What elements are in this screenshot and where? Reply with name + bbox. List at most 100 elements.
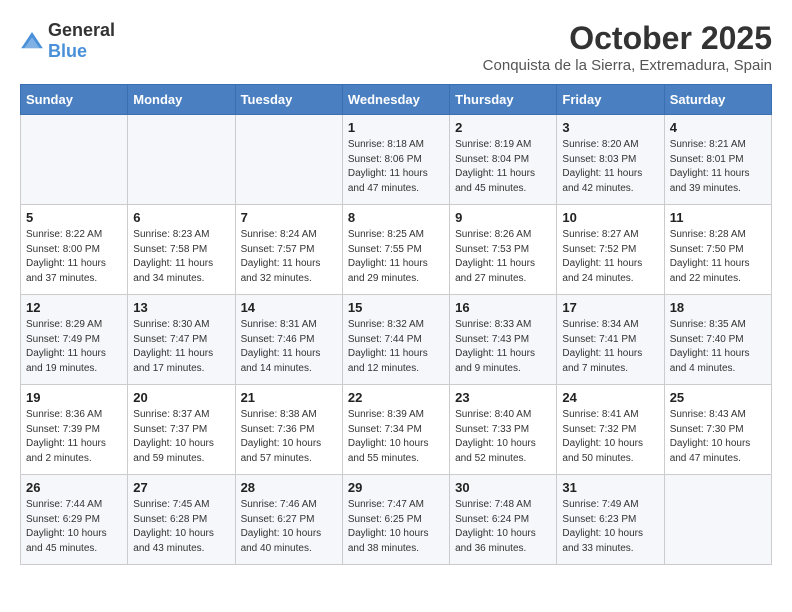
day-number: 28 xyxy=(241,480,337,495)
day-number: 30 xyxy=(455,480,551,495)
calendar-day-cell: 13Sunrise: 8:30 AM Sunset: 7:47 PM Dayli… xyxy=(128,295,235,385)
calendar-day-cell: 17Sunrise: 8:34 AM Sunset: 7:41 PM Dayli… xyxy=(557,295,664,385)
calendar-day-cell: 23 Sunrise: 8:40 AM Sunset: 7:33 PM Dayli… xyxy=(450,385,557,475)
day-info: Sunrise: 8:23 AM Sunset: 7:58 PM Dayligh… xyxy=(133,228,229,286)
logo-blue: Blue xyxy=(48,41,87,61)
logo-general: General xyxy=(48,20,115,40)
day-info: Sunrise: 8:41 AM Sunset: 7:32 PM Dayligh… xyxy=(562,408,658,466)
day-info: Sunrise: 8:34 AM Sunset: 7:41 PM Dayligh… xyxy=(562,318,658,376)
day-info: Sunrise: 8:35 AM Sunset: 7:40 PM Dayligh… xyxy=(670,318,766,376)
calendar-day-cell xyxy=(664,475,771,565)
day-number: 19 xyxy=(26,390,122,405)
day-info: Sunrise: 8:43 AM Sunset: 7:30 PM Dayligh… xyxy=(670,408,766,466)
day-number: 27 xyxy=(133,480,229,495)
day-number: 21 xyxy=(241,390,337,405)
day-number: 3 xyxy=(562,120,658,135)
calendar-day-cell: 31 Sunrise: 7:49 AM Sunset: 6:23 PM Dayli… xyxy=(557,475,664,565)
calendar-header-row: SundayMondayTuesdayWednesdayThursdayFrid… xyxy=(21,85,772,115)
day-number: 16 xyxy=(455,300,551,315)
calendar-day-header: Wednesday xyxy=(342,85,449,115)
day-info: Sunrise: 8:20 AM Sunset: 8:03 PM Dayligh… xyxy=(562,138,658,196)
day-number: 15 xyxy=(348,300,444,315)
calendar-day-header: Saturday xyxy=(664,85,771,115)
day-info: Sunrise: 8:18 AM Sunset: 8:06 PM Dayligh… xyxy=(348,138,444,196)
calendar-day-cell: 27 Sunrise: 7:45 AM Sunset: 6:28 PM Dayli… xyxy=(128,475,235,565)
day-info: Sunrise: 7:44 AM Sunset: 6:29 PM Dayligh… xyxy=(26,498,122,556)
calendar-day-cell: 18 Sunrise: 8:35 AM Sunset: 7:40 PM Dayli… xyxy=(664,295,771,385)
day-number: 18 xyxy=(670,300,766,315)
day-info: Sunrise: 8:28 AM Sunset: 7:50 PM Dayligh… xyxy=(670,228,766,286)
day-info: Sunrise: 8:39 AM Sunset: 7:34 PM Dayligh… xyxy=(348,408,444,466)
calendar-day-cell xyxy=(235,115,342,205)
calendar-day-cell: 10Sunrise: 8:27 AM Sunset: 7:52 PM Dayli… xyxy=(557,205,664,295)
calendar-day-cell: 22 Sunrise: 8:39 AM Sunset: 7:34 PM Dayli… xyxy=(342,385,449,475)
calendar-day-cell: 30 Sunrise: 7:48 AM Sunset: 6:24 PM Dayli… xyxy=(450,475,557,565)
day-number: 8 xyxy=(348,210,444,225)
day-number: 20 xyxy=(133,390,229,405)
calendar-day-cell: 12Sunrise: 8:29 AM Sunset: 7:49 PM Dayli… xyxy=(21,295,128,385)
day-info: Sunrise: 8:32 AM Sunset: 7:44 PM Dayligh… xyxy=(348,318,444,376)
day-number: 26 xyxy=(26,480,122,495)
calendar-day-cell: 11 Sunrise: 8:28 AM Sunset: 7:50 PM Dayli… xyxy=(664,205,771,295)
calendar-day-cell: 16 Sunrise: 8:33 AM Sunset: 7:43 PM Dayli… xyxy=(450,295,557,385)
calendar-day-cell: 7 Sunrise: 8:24 AM Sunset: 7:57 PM Daylig… xyxy=(235,205,342,295)
day-number: 25 xyxy=(670,390,766,405)
calendar-day-cell: 19Sunrise: 8:36 AM Sunset: 7:39 PM Dayli… xyxy=(21,385,128,475)
day-info: Sunrise: 8:31 AM Sunset: 7:46 PM Dayligh… xyxy=(241,318,337,376)
day-info: Sunrise: 8:38 AM Sunset: 7:36 PM Dayligh… xyxy=(241,408,337,466)
calendar-day-cell: 6 Sunrise: 8:23 AM Sunset: 7:58 PM Daylig… xyxy=(128,205,235,295)
day-info: Sunrise: 7:46 AM Sunset: 6:27 PM Dayligh… xyxy=(241,498,337,556)
calendar-day-header: Friday xyxy=(557,85,664,115)
day-number: 6 xyxy=(133,210,229,225)
day-number: 5 xyxy=(26,210,122,225)
day-info: Sunrise: 7:45 AM Sunset: 6:28 PM Dayligh… xyxy=(133,498,229,556)
calendar-week-row: 12Sunrise: 8:29 AM Sunset: 7:49 PM Dayli… xyxy=(21,295,772,385)
day-number: 12 xyxy=(26,300,122,315)
day-number: 7 xyxy=(241,210,337,225)
calendar-day-cell: 29 Sunrise: 7:47 AM Sunset: 6:25 PM Dayli… xyxy=(342,475,449,565)
day-number: 14 xyxy=(241,300,337,315)
calendar-day-cell: 24 Sunrise: 8:41 AM Sunset: 7:32 PM Dayli… xyxy=(557,385,664,475)
day-number: 9 xyxy=(455,210,551,225)
calendar-day-cell: 8 Sunrise: 8:25 AM Sunset: 7:55 PM Daylig… xyxy=(342,205,449,295)
day-info: Sunrise: 8:33 AM Sunset: 7:43 PM Dayligh… xyxy=(455,318,551,376)
calendar-day-header: Monday xyxy=(128,85,235,115)
day-info: Sunrise: 7:48 AM Sunset: 6:24 PM Dayligh… xyxy=(455,498,551,556)
calendar-week-row: 1Sunrise: 8:18 AM Sunset: 8:06 PM Daylig… xyxy=(21,115,772,205)
calendar-body: 1Sunrise: 8:18 AM Sunset: 8:06 PM Daylig… xyxy=(21,115,772,565)
day-info: Sunrise: 8:21 AM Sunset: 8:01 PM Dayligh… xyxy=(670,138,766,196)
calendar-day-header: Thursday xyxy=(450,85,557,115)
day-number: 4 xyxy=(670,120,766,135)
location-subtitle: Conquista de la Sierra, Extremadura, Spa… xyxy=(483,57,772,74)
day-number: 23 xyxy=(455,390,551,405)
calendar-day-cell: 1Sunrise: 8:18 AM Sunset: 8:06 PM Daylig… xyxy=(342,115,449,205)
calendar-week-row: 5Sunrise: 8:22 AM Sunset: 8:00 PM Daylig… xyxy=(21,205,772,295)
calendar-week-row: 19Sunrise: 8:36 AM Sunset: 7:39 PM Dayli… xyxy=(21,385,772,475)
calendar-table: SundayMondayTuesdayWednesdayThursdayFrid… xyxy=(20,84,772,565)
calendar-day-cell: 3 Sunrise: 8:20 AM Sunset: 8:03 PM Daylig… xyxy=(557,115,664,205)
day-info: Sunrise: 8:40 AM Sunset: 7:33 PM Dayligh… xyxy=(455,408,551,466)
calendar-week-row: 26 Sunrise: 7:44 AM Sunset: 6:29 PM Dayli… xyxy=(21,475,772,565)
logo: General Blue xyxy=(20,20,115,62)
calendar-day-cell: 20 Sunrise: 8:37 AM Sunset: 7:37 PM Dayli… xyxy=(128,385,235,475)
day-number: 24 xyxy=(562,390,658,405)
calendar-day-cell xyxy=(128,115,235,205)
day-number: 13 xyxy=(133,300,229,315)
calendar-day-cell: 28 Sunrise: 7:46 AM Sunset: 6:27 PM Dayli… xyxy=(235,475,342,565)
calendar-day-cell: 4 Sunrise: 8:21 AM Sunset: 8:01 PM Daylig… xyxy=(664,115,771,205)
calendar-day-header: Sunday xyxy=(21,85,128,115)
day-info: Sunrise: 7:49 AM Sunset: 6:23 PM Dayligh… xyxy=(562,498,658,556)
day-info: Sunrise: 8:19 AM Sunset: 8:04 PM Dayligh… xyxy=(455,138,551,196)
day-info: Sunrise: 8:25 AM Sunset: 7:55 PM Dayligh… xyxy=(348,228,444,286)
day-number: 31 xyxy=(562,480,658,495)
header: General Blue October 2025 Conquista de l… xyxy=(20,20,772,74)
day-number: 11 xyxy=(670,210,766,225)
calendar-day-cell: 9 Sunrise: 8:26 AM Sunset: 7:53 PM Daylig… xyxy=(450,205,557,295)
calendar-day-cell: 5Sunrise: 8:22 AM Sunset: 8:00 PM Daylig… xyxy=(21,205,128,295)
day-info: Sunrise: 8:26 AM Sunset: 7:53 PM Dayligh… xyxy=(455,228,551,286)
day-info: Sunrise: 8:24 AM Sunset: 7:57 PM Dayligh… xyxy=(241,228,337,286)
day-number: 22 xyxy=(348,390,444,405)
day-info: Sunrise: 8:37 AM Sunset: 7:37 PM Dayligh… xyxy=(133,408,229,466)
day-number: 29 xyxy=(348,480,444,495)
day-info: Sunrise: 7:47 AM Sunset: 6:25 PM Dayligh… xyxy=(348,498,444,556)
